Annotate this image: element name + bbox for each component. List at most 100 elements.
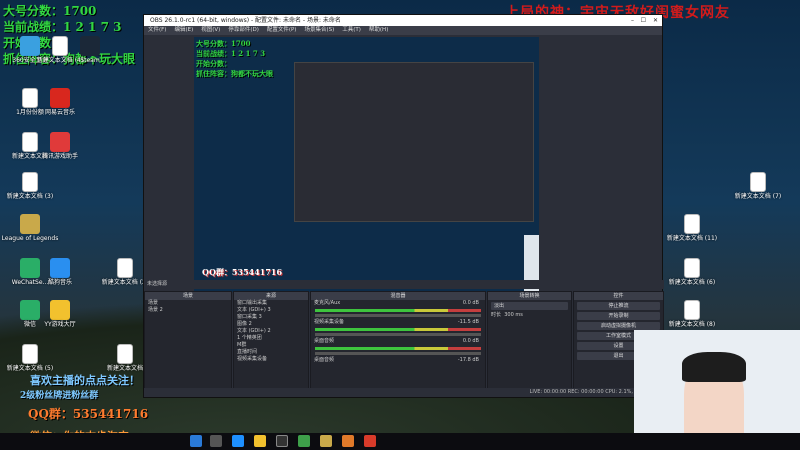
control-button[interactable]: 启动虚拟摄像机 [577,322,660,330]
overlay-follow: 喜欢主播的点点关注！ [30,374,140,387]
desktop-icon-label: 新建文本文档 (7) [734,193,782,200]
desktop-app-icon [22,172,38,192]
menu-item[interactable]: 场景集合(S) [304,27,334,33]
desktop-icon[interactable]: 新建文本文档 (11) [662,214,722,243]
scene-item[interactable]: 场景 [145,300,231,307]
desktop-app-icon [684,258,700,278]
mixer-track-label: 视频采集设备 -11.5 dB [311,319,485,326]
menu-item[interactable]: 帮助(H) [369,27,388,33]
source-item[interactable]: 文本 (GDI+) 3 [234,307,308,314]
mixer-track-db: 0.0 dB [462,338,479,344]
taskbar [0,433,800,450]
source-item[interactable]: M群 [234,342,308,349]
search-icon[interactable] [210,435,222,447]
desktop-icon-label: 新建文本文档 (6) [668,279,716,286]
minimize-icon[interactable]: – [631,15,634,26]
desktop-icon-label: Steam [80,57,100,64]
transition-type-select[interactable]: 淡出 [491,302,568,310]
mixer-panel: 混音器 麦克风/Aux 0.0 dB 视频采集设备 -11.5 dB 桌面音频 0.0 d… [310,291,486,389]
desktop-app-icon [80,36,100,56]
desktop-app-icon [50,132,70,152]
desktop-icon[interactable]: Steam [60,36,120,65]
source-item[interactable]: 1 个精英团 [234,335,308,342]
obs-preview[interactable]: 大号分数：1700 当前战绩：1 2 1 7 3 开始分数： 抓住阵容：狗都不玩… [194,37,539,292]
desktop-app-icon [117,344,133,364]
mixer-track: 视频采集设备 -11.5 dB [311,319,485,336]
mixer-track-name: 桌面音频 [314,338,335,344]
source-item[interactable]: 图像 2 [234,321,308,328]
transitions-panel: 场景转换 淡出 时长 300 ms [487,291,572,389]
obs-title: OBS 26.1.0-rc1 (64-bit, windows) - 配置文件:… [150,17,341,24]
menu-item[interactable]: 编辑(E) [174,27,193,33]
desktop-icon[interactable]: League of Legends [0,214,60,243]
transition-duration[interactable]: 时长 300 ms [488,312,571,319]
preview-overlay-rank: 大号分数：1700 [196,39,251,48]
desktop-icon-label: 新建文本文档 (11) [666,235,718,242]
app-icon[interactable] [298,435,310,447]
menu-item[interactable]: 视图(V) [201,27,220,33]
obs-titlebar[interactable]: OBS 26.1.0-rc1 (64-bit, windows) - 配置文件:… [144,15,662,26]
desktop-icon[interactable]: 新建文本文档 (7) [728,172,788,201]
app3-icon[interactable] [342,435,354,447]
menu-item[interactable]: 文件(F) [148,27,166,33]
transitions-header: 场景转换 [488,292,571,300]
desktop-app-icon [50,258,70,278]
mixer-track: 麦克风/Aux 0.0 dB [311,300,485,317]
volume-slider[interactable] [315,352,481,355]
source-item[interactable]: 文本 (GDI+) 2 [234,328,308,335]
menu-item[interactable]: 配置文件(P) [267,27,297,33]
app2-icon[interactable] [320,435,332,447]
menu-item[interactable]: 工具(T) [342,27,361,33]
source-item[interactable]: 窗口采集 3 [234,314,308,321]
mixer-track-db: 0.0 dB [462,300,479,306]
mixer-header: 混音器 [311,292,485,300]
edge-icon[interactable] [232,435,244,447]
source-item[interactable]: 窗口输出采集 [234,300,308,307]
preview-overlay-record: 当前战绩：1 2 1 7 3 [196,49,266,58]
desktop-icon-label: 网易云音乐 [44,109,75,116]
desktop-app-icon [684,300,700,320]
desktop-icon[interactable]: YY游戏大厅 [30,300,90,329]
mixer-track-db: -11.5 dB [457,319,479,325]
streamer-hair [682,352,746,382]
scenes-panel: 场景 场景 场景 2 [144,291,232,389]
sources-panel: 来源 窗口输出采集 文本 (GDI+) 3 窗口采集 3 图像 2 文本 (GDI+) … [233,291,309,389]
menu-item[interactable]: 停靠部件(D) [228,27,259,33]
explorer-icon[interactable] [254,435,266,447]
mixer-track-name: 麦克风/Aux [314,300,341,306]
desktop-icon[interactable]: 新建文本文档 (3) [0,172,60,201]
volume-slider[interactable] [315,333,481,336]
overlay-qq-group: QQ群：535441716 [28,407,149,421]
app4-icon[interactable] [364,435,376,447]
obs-status-bar: LIVE: 00:00:00 REC: 00:00:00 CPU: 2.1%, … [144,388,664,397]
preview-nested-obs [294,62,534,222]
control-button[interactable]: 停止推流 [577,302,660,310]
desktop-icon[interactable]: 腾讯游戏助手 [30,132,90,161]
desktop-icon[interactable]: 新建文本文档 (8) [662,300,722,329]
desktop-icon[interactable]: 网易云音乐 [30,88,90,117]
controls-header: 控件 [574,292,663,300]
source-item[interactable]: 视频采集设备 [234,356,308,363]
desktop-app-icon [750,172,766,192]
obs-taskbar-icon[interactable] [276,435,288,447]
desktop-icon-label: 新建文本文档 (3) [6,193,54,200]
volume-slider[interactable] [315,314,481,317]
volume-meter [315,328,481,331]
scene-item[interactable]: 场景 2 [145,307,231,314]
obs-menubar: 文件(F) 编辑(E) 视图(V) 停靠部件(D) 配置文件(P) 场景集合(S) 工具(T… [144,26,662,35]
desktop-app-icon [50,300,70,320]
close-icon[interactable]: ✕ [653,15,658,26]
desktop-icon[interactable]: 新建文本文档 (5) [0,344,60,373]
source-item[interactable]: 直播时间 [234,349,308,356]
desktop-icon[interactable]: 新建文本文档 (6) [662,258,722,287]
mixer-track-label: 桌面音频 0.0 dB [311,338,485,345]
desktop-icon-label: 腾讯游戏助手 [41,153,78,160]
desktop-app-icon [20,214,40,234]
maximize-icon[interactable]: ☐ [641,15,646,26]
selected-source-bar: 未选择源 [144,280,664,289]
desktop-icon-label: League of Legends [1,235,59,242]
desktop-icon[interactable]: 酷狗音乐 [30,258,90,287]
start-icon[interactable] [190,435,202,447]
overlay-record: 当前战绩：1 2 1 7 3 [3,20,122,34]
control-button[interactable]: 开始录制 [577,312,660,320]
